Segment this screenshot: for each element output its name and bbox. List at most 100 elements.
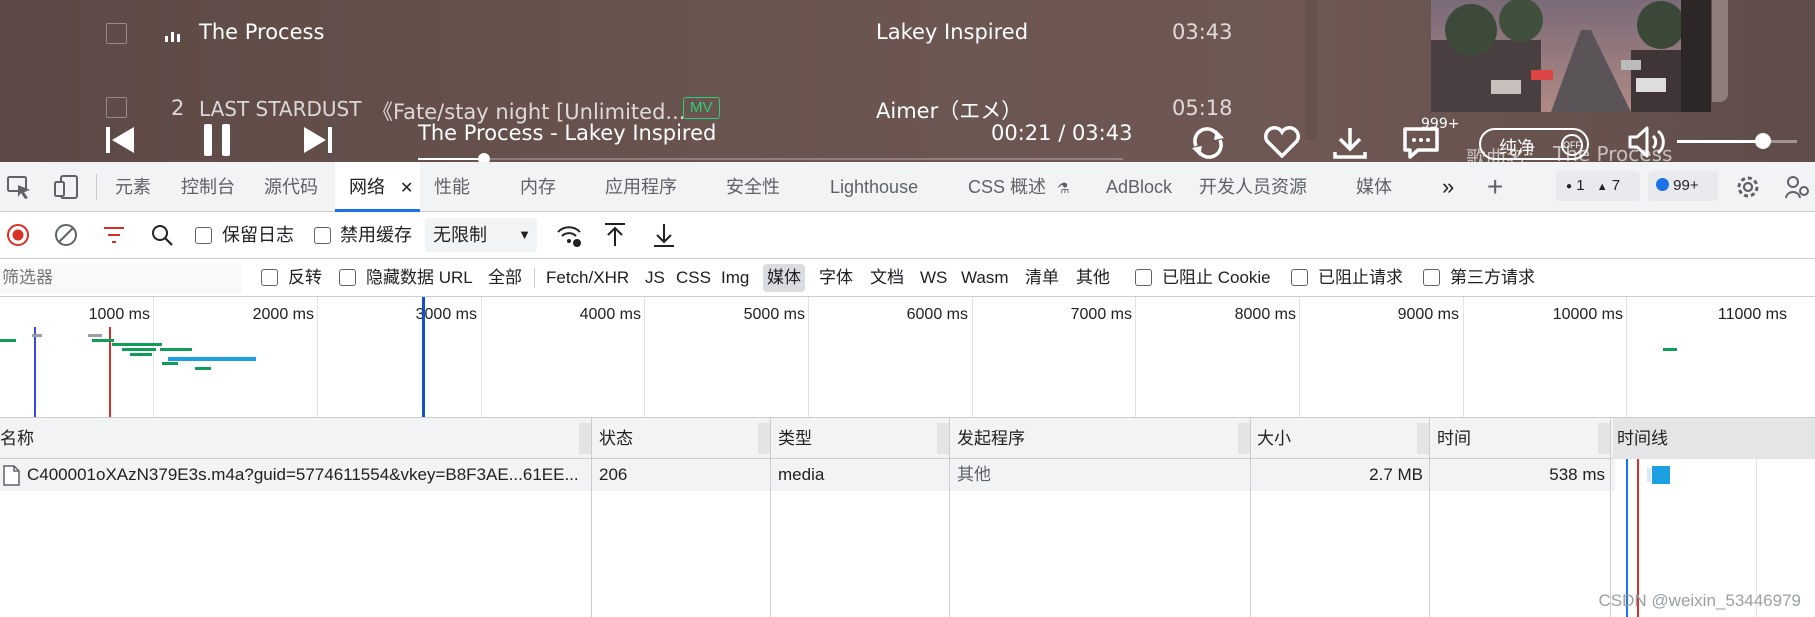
header-size[interactable]: 大小 [1257, 418, 1291, 459]
message-icon [1656, 178, 1669, 191]
network-overview-timeline[interactable]: 1000 ms 2000 ms 3000 ms 4000 ms 5000 ms … [0, 297, 1815, 418]
tick-label: 7000 ms [1070, 306, 1132, 323]
network-conditions-wifi-icon[interactable] [556, 223, 582, 254]
tab-media[interactable]: 媒体 [1356, 162, 1392, 212]
tab-security[interactable]: 安全性 [726, 162, 780, 212]
export-har-download-icon[interactable] [652, 222, 676, 253]
album-cover [1431, 0, 1711, 112]
column-divider[interactable] [770, 418, 771, 617]
filter-type-css[interactable]: CSS [676, 259, 711, 297]
record-stop-icon[interactable] [6, 223, 30, 252]
filter-type-wasm[interactable]: Wasm [961, 259, 1009, 297]
column-resizer[interactable] [1417, 423, 1429, 454]
song-title[interactable]: LAST STARDUST [199, 97, 361, 121]
clear-icon[interactable] [54, 223, 78, 252]
blocked-cookies-label: 已阻止 Cookie [1162, 268, 1271, 287]
tab-css-overview-label: CSS 概述 [968, 177, 1047, 197]
inspect-element-icon[interactable] [6, 175, 32, 204]
filter-type-img[interactable]: Img [721, 259, 749, 297]
column-resizer[interactable] [579, 423, 591, 454]
volume-track[interactable] [1677, 140, 1797, 143]
filter-type-manifest[interactable]: 清单 [1025, 259, 1059, 297]
column-resizer[interactable] [1238, 423, 1250, 454]
request-initiator[interactable]: 其他 [957, 459, 991, 491]
list-scrollbar[interactable] [1305, 0, 1317, 140]
header-timeline[interactable]: 时间线 [1617, 418, 1668, 459]
volume-handle[interactable] [1755, 133, 1772, 149]
tab-memory[interactable]: 内存 [520, 162, 556, 212]
download-icon[interactable] [1332, 126, 1368, 160]
column-resizer[interactable] [937, 423, 949, 454]
tab-performance[interactable]: 性能 [434, 162, 470, 212]
search-icon[interactable] [150, 223, 174, 252]
filter-input[interactable] [0, 263, 242, 293]
filter-type-fetch-xhr[interactable]: Fetch/XHR [546, 259, 629, 297]
settings-gear-icon[interactable] [1735, 174, 1761, 205]
loop-icon[interactable] [1188, 126, 1228, 160]
error-icon: ● [1566, 181, 1573, 192]
request-table: 名称 状态 类型 发起程序 大小 时间 时间线 C400001oXAzN379E… [0, 418, 1815, 617]
song-checkbox[interactable] [106, 97, 127, 118]
progress-handle[interactable] [478, 153, 491, 162]
filter-type-other[interactable]: 其他 [1076, 259, 1110, 297]
tab-elements[interactable]: 元素 [115, 162, 151, 212]
message-count: 99+ [1673, 177, 1699, 194]
pause-icon[interactable] [201, 122, 233, 158]
filter-type-doc[interactable]: 文档 [870, 259, 904, 297]
column-resizer[interactable] [1598, 423, 1610, 454]
hide-data-urls-checkbox[interactable] [339, 269, 356, 286]
close-tab-icon[interactable]: ✕ [400, 180, 413, 197]
filter-type-font[interactable]: 字体 [819, 259, 853, 297]
progress-track[interactable] [418, 158, 1123, 160]
disable-cache-checkbox[interactable] [314, 227, 331, 244]
blocked-cookies-checkbox[interactable] [1135, 269, 1152, 286]
throttling-select[interactable]: 无限制 ▼ [425, 218, 537, 252]
import-har-upload-icon[interactable] [603, 222, 627, 253]
tab-network[interactable]: 网络 ✕ [335, 162, 420, 212]
header-name[interactable]: 名称 [0, 418, 34, 459]
tab-sources[interactable]: 源代码 [264, 162, 318, 212]
header-status[interactable]: 状态 [599, 418, 633, 459]
tab-lighthouse[interactable]: Lighthouse [830, 162, 918, 212]
header-initiator[interactable]: 发起程序 [957, 418, 1025, 459]
third-party-checkbox[interactable] [1423, 269, 1440, 286]
tab-css-overview[interactable]: CSS 概述 ⚗ [968, 162, 1070, 212]
tab-adblock[interactable]: AdBlock [1106, 162, 1172, 212]
issues-counter[interactable]: ● 1 ▲ 7 [1556, 171, 1640, 201]
blocked-requests-checkbox[interactable] [1291, 269, 1308, 286]
tab-application[interactable]: 应用程序 [605, 162, 677, 212]
song-checkbox[interactable] [106, 23, 127, 44]
song-title[interactable]: The Process [199, 20, 324, 44]
volume-icon[interactable] [1627, 125, 1669, 159]
add-tab-plus-icon[interactable]: + [1487, 162, 1503, 212]
customize-devtools-icon[interactable] [1784, 174, 1810, 205]
header-time[interactable]: 时间 [1437, 418, 1471, 459]
request-bar [1663, 348, 1677, 351]
column-divider[interactable] [1429, 418, 1430, 617]
column-divider[interactable] [949, 418, 950, 617]
filter-type-media[interactable]: 媒体 [763, 264, 805, 292]
more-tabs-chevron-icon[interactable]: » [1442, 162, 1454, 212]
column-divider[interactable] [1250, 418, 1251, 617]
device-toolbar-icon[interactable] [53, 174, 79, 205]
tab-console[interactable]: 控制台 [181, 162, 235, 212]
filter-type-all[interactable]: 全部 [488, 259, 522, 297]
mv-badge[interactable]: MV [683, 97, 720, 119]
invert-checkbox[interactable] [261, 269, 278, 286]
tab-developer-resources[interactable]: 开发人员资源 [1199, 162, 1307, 212]
messages-counter[interactable]: 99+ [1648, 171, 1718, 201]
filter-funnel-icon[interactable] [102, 224, 126, 251]
filter-type-ws[interactable]: WS [920, 259, 947, 297]
request-bar [0, 339, 16, 342]
previous-icon[interactable] [104, 125, 136, 155]
heart-icon[interactable] [1263, 126, 1301, 158]
next-icon[interactable] [302, 125, 334, 155]
column-divider[interactable] [591, 418, 592, 617]
header-type[interactable]: 类型 [778, 418, 812, 459]
filter-type-js[interactable]: JS [645, 259, 665, 297]
song-artist[interactable]: Lakey Inspired [876, 20, 1028, 44]
request-name[interactable]: C400001oXAzN379E3s.m4a?guid=5774611554&v… [27, 459, 587, 491]
preserve-log-checkbox[interactable] [195, 227, 212, 244]
column-divider[interactable] [1610, 418, 1611, 617]
column-resizer[interactable] [758, 423, 770, 454]
